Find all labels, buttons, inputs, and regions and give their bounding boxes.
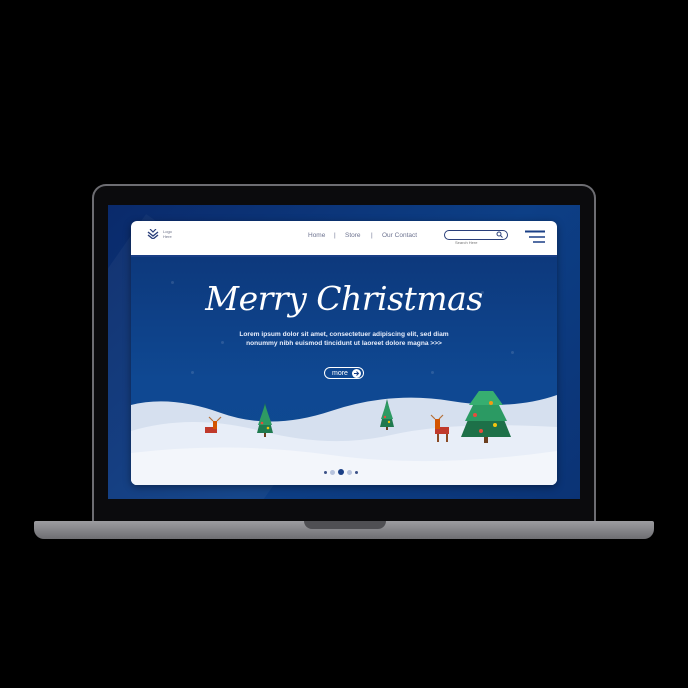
pagination-dot-active[interactable] [338, 469, 344, 475]
snowflake [431, 371, 434, 374]
nav-separator: | [371, 232, 373, 239]
arrow-right-icon [352, 368, 361, 378]
more-button[interactable]: more [324, 367, 364, 379]
search-input[interactable] [445, 239, 501, 246]
logo-text: Logo Here [163, 229, 172, 239]
pagination-dot[interactable] [324, 470, 327, 474]
snowflake [191, 371, 194, 374]
navbar: Logo Here Home | Store | Our Contact [131, 221, 557, 257]
hamburger-menu-icon[interactable] [525, 230, 545, 244]
hero-title: Merry Christmas [205, 279, 483, 318]
more-button-label: more [332, 369, 348, 377]
pagination-dot[interactable] [347, 469, 352, 475]
christmas-tree [461, 391, 511, 443]
search-icon[interactable] [496, 231, 503, 238]
landing-page: Logo Here Home | Store | Our Contact Mer… [131, 221, 557, 485]
pagination-dot[interactable] [355, 470, 358, 474]
snowflake [221, 341, 224, 344]
logo[interactable]: Logo Here [147, 229, 179, 239]
carousel-pagination [324, 469, 358, 475]
nav-separator: | [334, 232, 336, 239]
pagination-dot[interactable] [330, 469, 335, 475]
laptop-base-notch [304, 521, 386, 529]
hero-description: Lorem ipsum dolor sit amet, consectetuer… [239, 331, 449, 347]
nav-home[interactable]: Home [308, 232, 325, 239]
logo-icon [147, 229, 159, 239]
nav-our-contact[interactable]: Our Contact [382, 232, 417, 239]
snowflake [511, 351, 514, 354]
christmas-tree [257, 403, 273, 437]
search-box [444, 230, 508, 246]
nav-store[interactable]: Store [345, 232, 361, 239]
